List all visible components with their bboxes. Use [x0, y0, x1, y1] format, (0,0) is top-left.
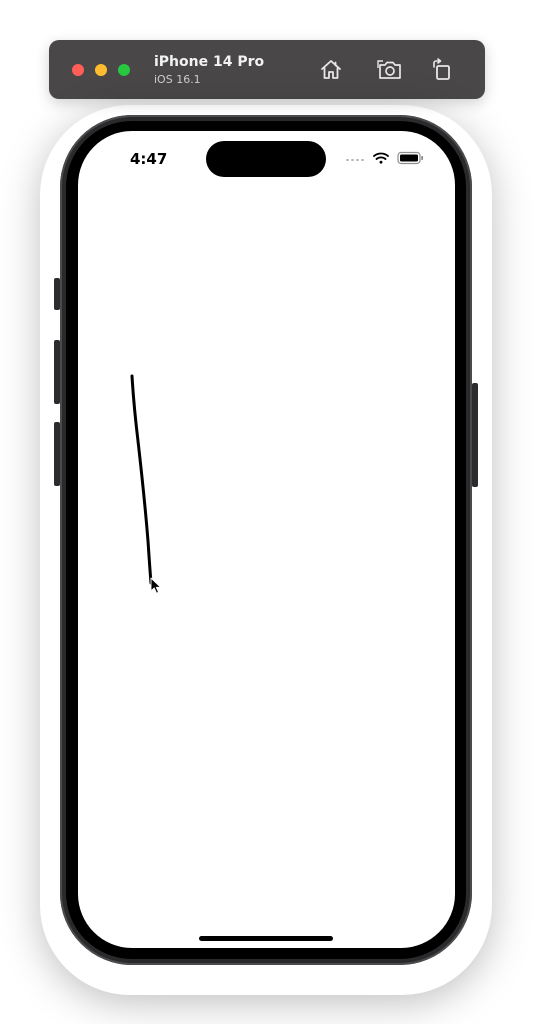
close-window-button[interactable]	[72, 64, 84, 76]
screenshot-icon	[377, 60, 401, 79]
volume-down-button[interactable]	[54, 422, 60, 486]
simulator-stage: iPhone 14 Pro iOS 16.1 4:47	[0, 0, 538, 1024]
os-version: iOS 16.1	[154, 73, 201, 86]
volume-up-button[interactable]	[54, 340, 60, 404]
rotate-button[interactable]	[428, 56, 456, 84]
drawn-stroke	[130, 374, 153, 585]
zoom-window-button[interactable]	[118, 64, 130, 76]
drawing-canvas[interactable]	[78, 131, 455, 948]
minimize-window-button[interactable]	[95, 64, 107, 76]
screenshot-button[interactable]	[376, 56, 404, 84]
home-indicator[interactable]	[199, 936, 333, 941]
simulator-toolbar: iPhone 14 Pro iOS 16.1	[49, 40, 485, 99]
action-button[interactable]	[54, 278, 60, 310]
arrow-cursor-icon	[150, 577, 162, 594]
phone-screen[interactable]: 4:47	[78, 131, 455, 948]
device-name: iPhone 14 Pro	[154, 54, 265, 70]
power-button[interactable]	[472, 383, 478, 487]
home-icon	[321, 60, 341, 79]
rotate-icon	[433, 58, 450, 80]
home-button[interactable]	[317, 56, 345, 84]
